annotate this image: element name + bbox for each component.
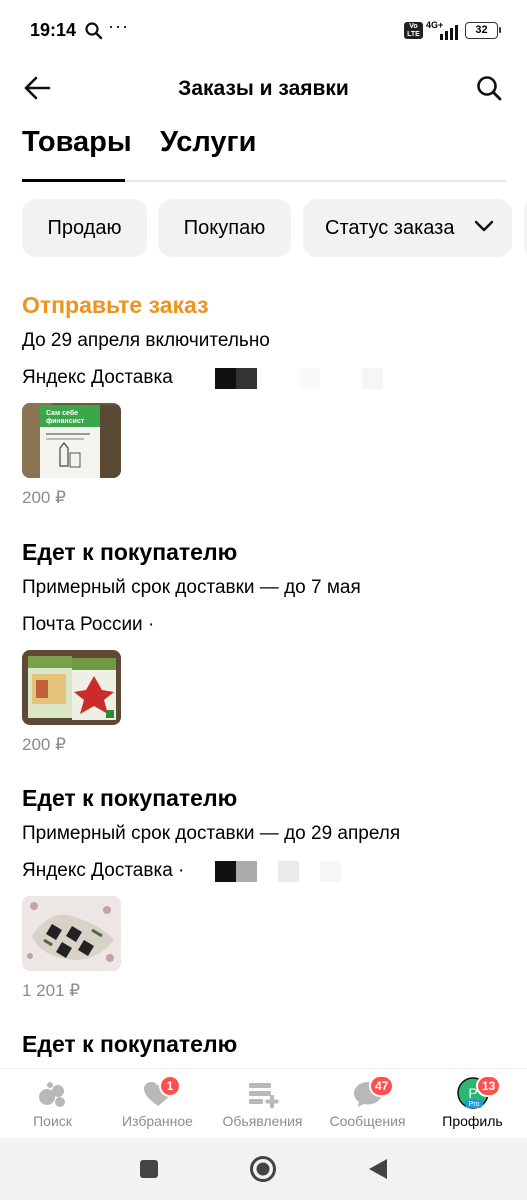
system-navigation-bar xyxy=(0,1138,527,1200)
filter-chips: Продаю Покупаю Статус заказа xyxy=(22,199,527,257)
status-more-dots: ··· xyxy=(108,16,129,36)
nav-favorites[interactable]: 1 Избранное xyxy=(105,1069,210,1139)
carrier-name: Яндекс Доставка · xyxy=(22,860,185,881)
nav-favorites-label: Избранное xyxy=(122,1113,193,1129)
status-bar: 19:14 ··· Vo LTE 4G+ 32 xyxy=(0,0,527,62)
magazines-image xyxy=(22,650,121,725)
order-price: 200 ₽ xyxy=(22,488,66,507)
tracking-code-redacted xyxy=(215,368,383,389)
order-status: Отправьте заказ xyxy=(22,292,209,318)
status-search-icon xyxy=(85,22,103,40)
bottom-navigation: Поиск 1 Избранное Обьявления 47 Сообщени… xyxy=(0,1068,527,1138)
order-deadline: До 29 апреля включительно xyxy=(22,330,270,351)
listing-add-icon xyxy=(248,1083,278,1108)
order-status: Едет к покупателю xyxy=(22,539,238,565)
product-thumbnail[interactable]: Сам себе финансист xyxy=(22,403,121,478)
home-icon[interactable] xyxy=(249,1155,277,1183)
nav-profile[interactable]: P Pro 13 Профиль xyxy=(420,1069,525,1139)
search-bubbles-icon xyxy=(38,1082,65,1107)
tab-services[interactable]: Услуги xyxy=(160,126,256,180)
order-price: 200 ₽ xyxy=(22,735,66,754)
recent-apps-icon[interactable] xyxy=(139,1159,159,1179)
order-status: Едет к покупателю xyxy=(22,785,238,811)
carrier-name: Яндекс Доставка xyxy=(22,367,173,388)
messages-badge: 47 xyxy=(369,1075,395,1097)
order-carrier: Яндекс Доставка · xyxy=(22,860,512,884)
search-icon[interactable] xyxy=(475,74,503,102)
order-deadline: Примерный срок доставки — до 29 апреля xyxy=(22,823,401,844)
order-price: 1 201 ₽ xyxy=(22,981,81,1000)
nav-search-label: Поиск xyxy=(33,1113,72,1129)
tabs-bar: Товары Услуги xyxy=(22,126,506,182)
back-triangle-icon[interactable] xyxy=(367,1157,389,1181)
order-card[interactable]: Едет к покупателю Примерный срок доставк… xyxy=(22,785,512,1001)
profile-badge: 13 xyxy=(476,1075,502,1097)
order-carrier: Почта России · xyxy=(22,614,512,638)
book-title-line-1: Сам себе xyxy=(46,409,78,417)
product-thumbnail[interactable] xyxy=(22,650,121,725)
page-title: Заказы и заявки xyxy=(178,77,349,100)
book-cover-image: Сам себе финансист xyxy=(22,403,121,478)
pro-tag: Pro xyxy=(468,1101,479,1108)
favorites-badge: 1 xyxy=(159,1075,181,1097)
filter-buy-label: Покупаю xyxy=(183,216,266,239)
carrier-name: Почта России · xyxy=(22,614,155,635)
order-status: Едет к покупателю xyxy=(22,1031,238,1057)
scarf-image xyxy=(22,896,121,971)
chevron-down-icon xyxy=(474,220,494,232)
filter-status-dropdown[interactable]: Статус заказа xyxy=(303,199,512,257)
nav-messages-label: Сообщения xyxy=(329,1113,406,1129)
order-card[interactable]: Едет к покупателю xyxy=(22,1031,512,1061)
book-title-line-2: финансист xyxy=(46,418,85,425)
product-thumbnail[interactable] xyxy=(22,896,121,971)
nav-messages[interactable]: 47 Сообщения xyxy=(315,1069,420,1139)
nav-profile-label: Профиль xyxy=(442,1113,503,1129)
order-carrier: Яндекс Доставка xyxy=(22,367,512,391)
nav-search[interactable]: Поиск xyxy=(0,1069,105,1139)
filter-sell-button[interactable]: Продаю xyxy=(22,199,147,257)
tracking-code-redacted xyxy=(215,861,383,882)
order-card[interactable]: Едет к покупателю Примерный срок доставк… xyxy=(22,539,512,755)
status-time: 19:14 xyxy=(30,20,77,40)
nav-listings[interactable]: Обьявления xyxy=(210,1069,315,1139)
nav-listings-label: Обьявления xyxy=(222,1113,303,1129)
volte-icon: Vo LTE xyxy=(404,22,423,39)
order-card[interactable]: Отправьте заказ До 29 апреля включительн… xyxy=(22,292,512,508)
filter-sell-label: Продаю xyxy=(47,216,122,239)
battery-icon: 32 xyxy=(465,22,501,39)
order-deadline: Примерный срок доставки — до 7 мая xyxy=(22,577,361,598)
top-app-bar: Заказы и заявки xyxy=(0,62,527,118)
signal-icon xyxy=(440,25,458,40)
filter-status-label: Статус заказа xyxy=(325,216,455,239)
tab-goods[interactable]: Товары xyxy=(22,126,132,182)
filter-buy-button[interactable]: Покупаю xyxy=(158,199,291,257)
